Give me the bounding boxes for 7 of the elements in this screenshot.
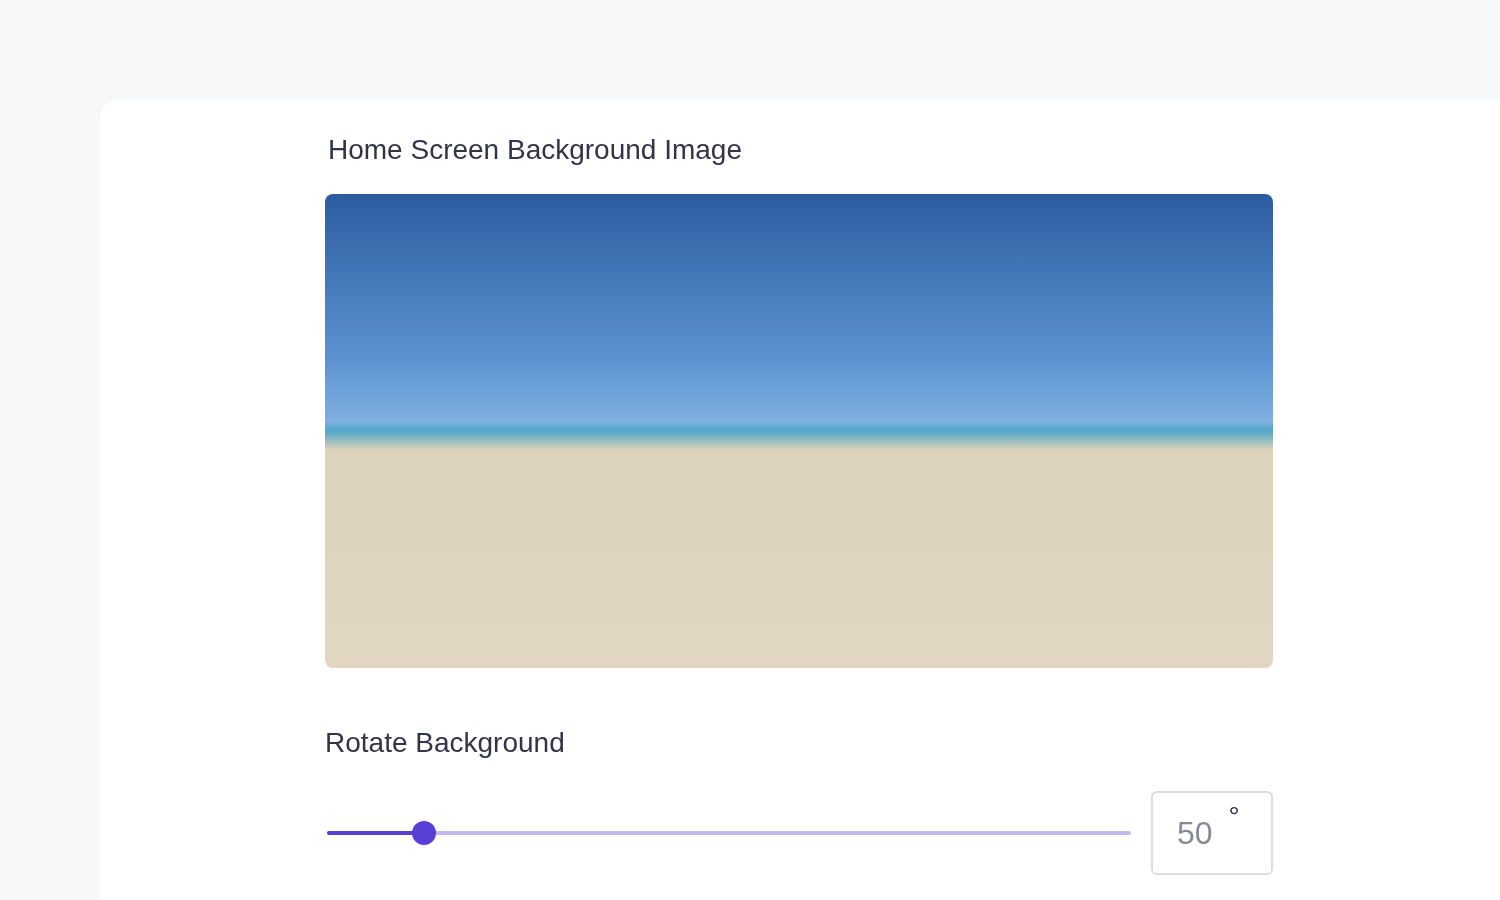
degree-unit: ° (1228, 807, 1240, 827)
degree-input[interactable]: 50 ° (1151, 791, 1273, 875)
slider-track[interactable] (325, 821, 1131, 845)
section-title: Home Screen Background Image (328, 133, 743, 167)
slider-thumb[interactable] (411, 821, 436, 845)
rotate-label: Rotate Background (325, 726, 566, 760)
degree-value: 50 (1177, 814, 1213, 853)
